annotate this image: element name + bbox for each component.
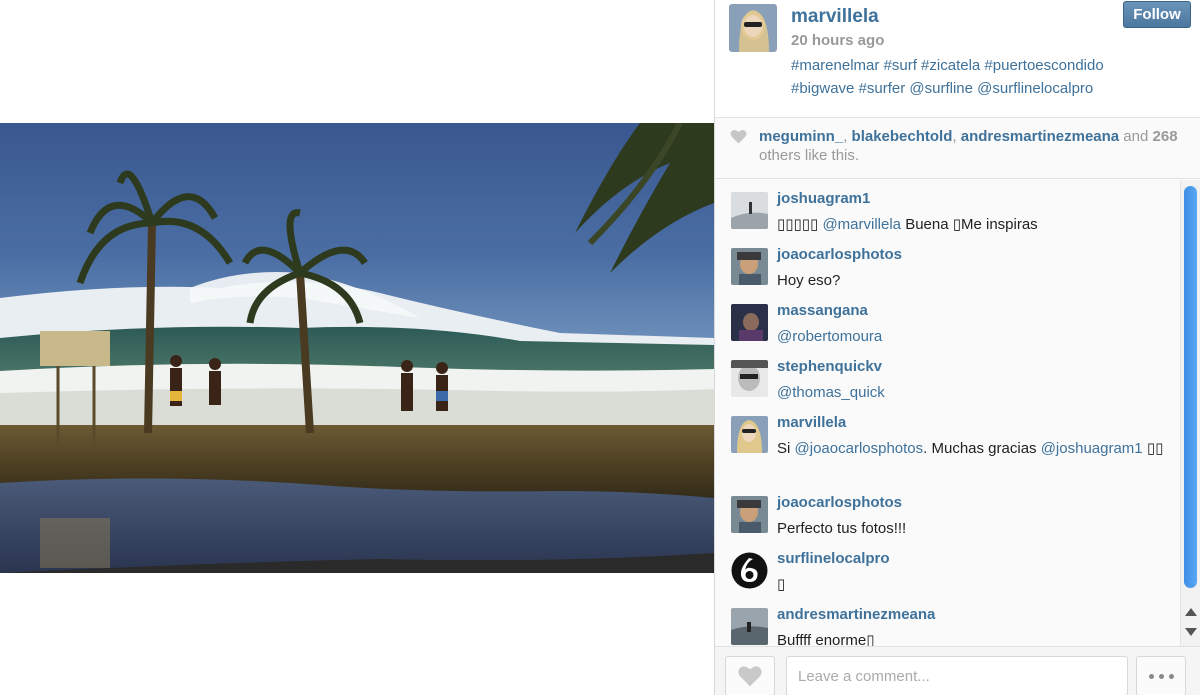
comment-text: @thomas_quick <box>777 381 1169 404</box>
liker-username[interactable]: andresmartinezmeana <box>961 128 1119 145</box>
more-options-icon <box>1168 673 1174 679</box>
commenter-username[interactable]: stephenquickv <box>777 358 882 375</box>
likes-and-text: and <box>1119 128 1153 145</box>
follow-button[interactable]: Follow <box>1123 1 1191 28</box>
likes-others-text: others like this. <box>759 147 860 164</box>
comment-text: Perfecto tus fotos!!! <box>777 517 1169 540</box>
commenter-avatar[interactable] <box>731 416 768 453</box>
commenter-username[interactable]: surflinelocalpro <box>777 550 890 567</box>
comment-body: Buena ▯Me inspiras <box>901 216 1038 233</box>
comment-body: ▯ <box>777 576 786 593</box>
photo-area <box>0 0 714 695</box>
comment-mention[interactable]: @robertomoura <box>777 328 882 345</box>
post-detail-panel: marvillela 20 hours ago #marenelmar #sur… <box>714 0 1200 695</box>
comment-text: ▯ <box>777 573 1169 596</box>
commenter-username[interactable]: marvillela <box>777 414 846 431</box>
comments-list: joshuagram1 ▯▯▯▯▯ @marvillela Buena ▯Me … <box>715 180 1181 646</box>
like-button[interactable] <box>725 656 775 695</box>
liker-username[interactable]: meguminn_ <box>759 128 843 145</box>
post-caption[interactable]: #marenelmar #surf #zicatela #puertoescon… <box>791 54 1161 100</box>
commenter-avatar[interactable] <box>731 552 768 589</box>
commenter-username[interactable]: joaocarlosphotos <box>777 494 902 511</box>
comment-mention[interactable]: @marvillela <box>822 216 901 233</box>
commenter-avatar[interactable] <box>731 248 768 285</box>
commenter-avatar[interactable] <box>731 608 768 645</box>
comment-mention[interactable]: @joshuagram1 <box>1041 440 1143 457</box>
commenter-username[interactable]: andresmartinezmeana <box>777 606 935 623</box>
owner-username[interactable]: marvillela <box>791 6 879 28</box>
likes-section: meguminn_, blakebechtold, andresmartinez… <box>715 119 1200 179</box>
scroll-down-arrow-icon[interactable] <box>1185 628 1197 636</box>
commenter-avatar[interactable] <box>731 304 768 341</box>
likes-separator: , <box>843 128 852 145</box>
comment-text: @robertomoura <box>777 325 1169 348</box>
comment-text: Hoy eso? <box>777 269 1169 292</box>
comment-text: Si @joaocarlosphotos. Muchas gracias @jo… <box>777 437 1169 460</box>
likes-summary: meguminn_, blakebechtold, andresmartinez… <box>759 127 1179 165</box>
comment-body: Perfecto tus fotos!!! <box>777 520 907 537</box>
comment-text: Buffff enorme▯ <box>777 629 1169 646</box>
heart-icon <box>738 666 762 687</box>
comment-bar <box>715 646 1200 695</box>
comments-scrollbar[interactable] <box>1180 180 1200 646</box>
more-options-icon <box>1158 673 1164 679</box>
commenter-avatar[interactable] <box>731 360 768 397</box>
more-options-icon <box>1148 673 1154 679</box>
comment-mention[interactable]: @thomas_quick <box>777 384 885 401</box>
heart-icon <box>730 129 747 144</box>
commenter-avatar[interactable] <box>731 496 768 533</box>
post-header: marvillela 20 hours ago #marenelmar #sur… <box>715 0 1200 118</box>
post-photo[interactable] <box>0 123 714 573</box>
more-options-button[interactable] <box>1136 656 1186 695</box>
scroll-up-arrow-icon[interactable] <box>1185 608 1197 616</box>
comment-body: . Muchas gracias <box>923 440 1041 457</box>
comment-body: Buffff enorme▯ <box>777 632 875 646</box>
comment-body: ▯▯▯▯▯ <box>777 216 823 233</box>
commenter-avatar[interactable] <box>731 192 768 229</box>
likes-count[interactable]: 268 <box>1153 128 1178 145</box>
owner-avatar[interactable] <box>729 4 777 52</box>
comment-body: Hoy eso? <box>777 272 841 289</box>
post-timestamp: 20 hours ago <box>791 32 885 49</box>
commenter-username[interactable]: massangana <box>777 302 868 319</box>
liker-username[interactable]: blakebechtold <box>852 128 953 145</box>
comment-body: ▯▯ <box>1142 440 1164 457</box>
commenter-username[interactable]: joaocarlosphotos <box>777 246 902 263</box>
comment-input[interactable] <box>786 656 1128 695</box>
likes-separator: , <box>952 128 961 145</box>
comment-body: Si <box>777 440 795 457</box>
scrollbar-thumb[interactable] <box>1184 186 1197 588</box>
commenter-username[interactable]: joshuagram1 <box>777 190 870 207</box>
comment-mention[interactable]: @joaocarlosphotos <box>795 440 924 457</box>
comment-text: ▯▯▯▯▯ @marvillela Buena ▯Me inspiras <box>777 213 1169 236</box>
